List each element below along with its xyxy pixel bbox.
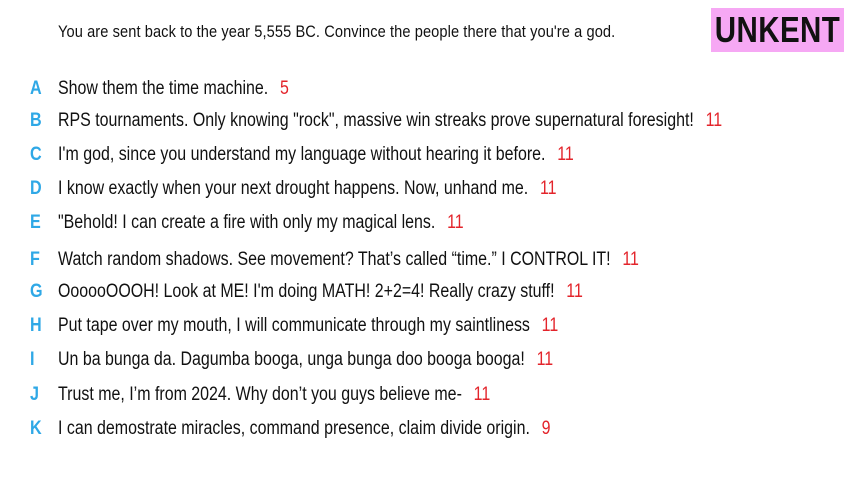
answer-score: 11 — [705, 110, 723, 131]
answer-letter: B — [30, 110, 42, 131]
answer-score: 11 — [536, 349, 554, 370]
answer-score: 11 — [447, 212, 464, 233]
answer-row-d: D I know exactly when your next drought … — [0, 178, 853, 206]
answer-letter: E — [30, 212, 41, 233]
answer-letter: J — [30, 384, 39, 405]
answer-text: Put tape over my mouth, I will communica… — [58, 315, 530, 336]
answer-row-j: J Trust me, I’m from 2024. Why don’t you… — [0, 384, 853, 412]
answer-letter: I — [30, 349, 35, 370]
answer-text: I can demostrate miracles, command prese… — [58, 418, 530, 439]
answer-letter: F — [30, 249, 40, 270]
answer-letter: H — [30, 315, 42, 336]
answer-row-b: B RPS tournaments. Only knowing "rock", … — [0, 110, 853, 138]
answer-text: I know exactly when your next drought ha… — [58, 178, 529, 199]
answer-score: 11 — [557, 144, 574, 165]
answer-row-e: E "Behold! I can create a fire with only… — [0, 212, 853, 240]
answer-text: I'm god, since you understand my languag… — [58, 144, 546, 165]
answer-text: Show them the time machine. — [58, 78, 269, 99]
answer-text: Trust me, I’m from 2024. Why don’t you g… — [58, 384, 462, 405]
answer-row-i: I Un ba bunga da. Dagumba booga, unga bu… — [0, 349, 853, 377]
answer-letter: A — [30, 78, 42, 99]
answer-letter: K — [30, 418, 42, 439]
answer-row-k: K I can demostrate miracles, command pre… — [0, 418, 853, 446]
answer-letter: D — [30, 178, 42, 199]
answer-score: 9 — [541, 418, 551, 439]
answer-letter: C — [30, 144, 42, 165]
answer-score: 11 — [622, 249, 639, 270]
answer-text: "Behold! I can create a fire with only m… — [58, 212, 436, 233]
answer-text: Un ba bunga da. Dagumba booga, unga bung… — [58, 349, 525, 370]
answer-row-c: C I'm god, since you understand my langu… — [0, 144, 853, 172]
answer-text: RPS tournaments. Only knowing "rock", ma… — [58, 110, 694, 131]
answer-letter: G — [30, 281, 43, 302]
answer-row-f: F Watch random shadows. See movement? Th… — [0, 249, 853, 277]
answer-score: 11 — [566, 281, 583, 302]
answer-list: A Show them the time machine. 5 B RPS tou… — [0, 0, 853, 480]
answer-score: 11 — [541, 315, 559, 336]
answer-row-h: H Put tape over my mouth, I will communi… — [0, 315, 853, 343]
answer-row-a: A Show them the time machine. 5 — [0, 78, 853, 106]
answer-score: 11 — [473, 384, 491, 405]
answer-row-g: G OooooOOOH! Look at ME! I'm doing MATH!… — [0, 281, 853, 309]
answer-text: OooooOOOH! Look at ME! I'm doing MATH! 2… — [58, 281, 555, 302]
answer-score: 11 — [539, 178, 557, 199]
answer-score: 5 — [280, 78, 289, 99]
answer-text: Watch random shadows. See movement? That… — [58, 249, 611, 270]
